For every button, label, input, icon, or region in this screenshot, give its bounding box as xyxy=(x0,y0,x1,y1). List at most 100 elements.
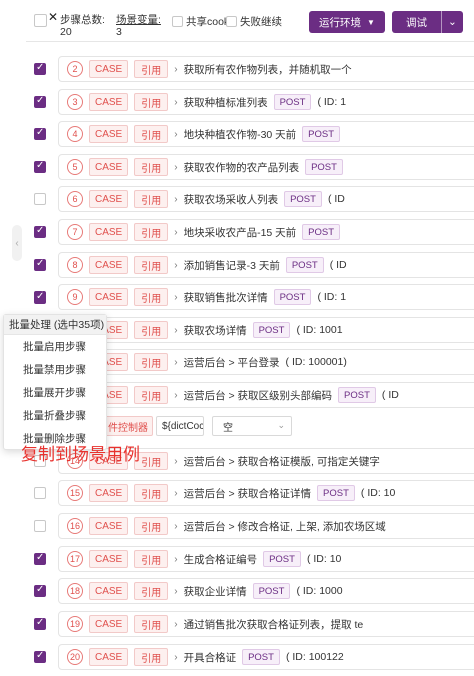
chevron-right-icon[interactable]: › xyxy=(174,162,177,173)
collapse-handle[interactable]: ‹ xyxy=(12,225,22,261)
case-tag: CASE xyxy=(89,256,129,274)
scenario-vars-link[interactable]: 场景变量: xyxy=(116,12,161,27)
row-checkbox[interactable] xyxy=(34,62,46,75)
chevron-right-icon[interactable]: › xyxy=(174,97,177,108)
reference-tag: 引用 xyxy=(134,256,169,274)
close-icon[interactable]: ✕ xyxy=(48,10,58,24)
case-tag: CASE xyxy=(89,125,129,143)
chevron-right-icon[interactable]: › xyxy=(174,390,177,401)
step-card[interactable]: 15 CASE 引用 › 运营后台 > 获取合格证详情 POST ( ID: 10 xyxy=(58,480,474,506)
step-card[interactable]: 12CASE引用›运营后台 > 获取区级别头部编码POST( ID xyxy=(58,382,474,408)
steps-total-value: 20 xyxy=(60,26,72,38)
step-row: 8 CASE 引用 › 添加销售记录-3 天前 POST ( ID xyxy=(26,249,474,282)
chevron-right-icon[interactable]: › xyxy=(174,488,177,499)
row-checkbox[interactable] xyxy=(34,127,46,140)
step-number: 20 xyxy=(67,649,83,665)
chevron-right-icon[interactable]: › xyxy=(174,260,177,271)
controller-tag[interactable]: 件控制器 xyxy=(103,416,153,436)
batch-disable-item[interactable]: 批量禁用步骤 xyxy=(4,358,106,381)
chevron-right-icon[interactable]: › xyxy=(174,521,177,532)
row-checkbox[interactable] xyxy=(34,520,46,532)
continue-on-fail-checkbox[interactable] xyxy=(226,15,237,27)
chevron-right-icon[interactable]: › xyxy=(174,194,177,205)
select-all-checkbox[interactable] xyxy=(34,14,47,27)
batch-expand-item[interactable]: 批量展开步骤 xyxy=(4,381,106,404)
reference-tag: 引用 xyxy=(134,321,169,339)
http-method-tag: POST xyxy=(273,94,312,110)
chevron-right-icon[interactable]: › xyxy=(174,64,177,75)
step-number: 16 xyxy=(67,518,83,534)
row-checkbox[interactable] xyxy=(34,95,46,108)
step-id: ( ID: 1 xyxy=(317,96,347,108)
step-id: ( ID xyxy=(327,193,345,205)
step-card[interactable]: 2 CASE 引用 › 获取所有农作物列表，并随机取一个 xyxy=(58,56,474,82)
chevron-right-icon[interactable]: › xyxy=(174,325,177,336)
chevron-right-icon[interactable]: › xyxy=(174,292,177,303)
step-title: 获取销售批次详情 xyxy=(183,291,268,304)
step-card[interactable]: 8 CASE 引用 › 添加销售记录-3 天前 POST ( ID xyxy=(58,252,474,278)
row-checkbox[interactable] xyxy=(34,193,46,205)
chevron-right-icon[interactable]: › xyxy=(174,619,177,630)
chevron-right-icon[interactable]: › xyxy=(174,586,177,597)
step-card[interactable]: 5 CASE 引用 › 获取农作物的农产品列表 POST xyxy=(58,154,474,180)
step-row: 9 CASE 引用 › 获取销售批次详情 POST ( ID: 1 xyxy=(26,281,474,314)
controller-condition-select[interactable]: 空 ⌄ xyxy=(212,416,292,436)
step-row: 19 CASE 引用 › 通过销售批次获取合格证列表，提取 te xyxy=(26,608,474,641)
chevron-right-icon[interactable]: › xyxy=(174,456,177,467)
step-card[interactable]: 4 CASE 引用 › 地块种植农作物-30 天前 POST xyxy=(58,121,474,147)
row-checkbox[interactable] xyxy=(34,552,46,565)
row-checkbox[interactable] xyxy=(34,650,46,663)
chevron-right-icon[interactable]: › xyxy=(174,129,177,140)
step-id: ( ID: 100122 xyxy=(285,651,344,663)
step-card[interactable]: 19 CASE 引用 › 通过销售批次获取合格证列表，提取 te xyxy=(58,611,474,637)
share-cookie-checkbox[interactable] xyxy=(172,15,183,27)
reference-tag: 引用 xyxy=(134,353,169,371)
step-title: 运营后台 > 获取合格证模版, 可指定关键字 xyxy=(183,455,380,468)
row-checkbox[interactable] xyxy=(34,487,46,499)
step-card[interactable]: 20 CASE 引用 › 开具合格证 POST ( ID: 100122 xyxy=(58,644,474,670)
controller-variable-input[interactable]: ${dictCoc xyxy=(156,416,204,436)
step-card[interactable]: 11CASE引用›运营后台 > 平台登录( ID: 100001) xyxy=(58,349,474,375)
step-card[interactable]: 7 CASE 引用 › 地块采收农产品-15 天前 POST xyxy=(58,219,474,245)
row-checkbox[interactable] xyxy=(34,258,46,271)
continue-on-fail-option[interactable]: 失败继续 xyxy=(226,15,282,28)
share-cookie-option[interactable]: 共享cook xyxy=(172,15,229,28)
reference-tag: 引用 xyxy=(134,386,169,404)
step-number: 2 xyxy=(67,61,83,77)
step-title: 获取农场采收人列表 xyxy=(183,193,279,206)
row-checkbox[interactable] xyxy=(34,160,46,173)
debug-button[interactable]: 调试 ⌄ xyxy=(392,11,463,33)
batch-enable-item[interactable]: 批量启用步骤 xyxy=(4,335,106,358)
step-number: 7 xyxy=(67,224,83,240)
case-tag: CASE xyxy=(89,60,129,78)
chevron-left-icon: ‹ xyxy=(15,237,19,249)
row-checkbox[interactable] xyxy=(34,291,46,304)
step-card[interactable]: 9 CASE 引用 › 获取销售批次详情 POST ( ID: 1 xyxy=(58,284,474,310)
chevron-right-icon[interactable]: › xyxy=(174,652,177,663)
batch-menu-header: 批量处理 (选中35项) xyxy=(4,315,106,335)
batch-context-menu: 批量处理 (选中35项) 批量启用步骤 批量禁用步骤 批量展开步骤 批量折叠步骤… xyxy=(3,314,107,450)
step-row: 20 CASE 引用 › 开具合格证 POST ( ID: 100122 xyxy=(26,641,474,674)
reference-tag: 引用 xyxy=(134,158,169,176)
step-card[interactable]: 16 CASE 引用 › 运营后台 > 修改合格证, 上架, 添加农场区域 xyxy=(58,513,474,539)
step-card[interactable]: 18 CASE 引用 › 获取企业详情 POST ( ID: 1000 xyxy=(58,578,474,604)
step-card[interactable]: 3 CASE 引用 › 获取种植标准列表 POST ( ID: 1 xyxy=(58,89,474,115)
chevron-right-icon[interactable]: › xyxy=(174,357,177,368)
row-checkbox[interactable] xyxy=(34,584,46,597)
reference-tag: 引用 xyxy=(134,582,169,600)
step-card[interactable]: 6 CASE 引用 › 获取农场采收人列表 POST ( ID xyxy=(58,186,474,212)
step-card[interactable]: 10CASE引用›获取农场详情POST( ID: 1001 xyxy=(58,317,474,343)
step-row: 15 CASE 引用 › 运营后台 > 获取合格证详情 POST ( ID: 10 xyxy=(26,477,474,510)
row-checkbox[interactable] xyxy=(34,225,46,238)
env-button[interactable]: 运行环境 ▼ xyxy=(309,11,385,33)
debug-button-label[interactable]: 调试 xyxy=(392,11,442,33)
http-method-tag: POST xyxy=(252,322,291,338)
http-method-tag: POST xyxy=(273,289,312,305)
chevron-right-icon[interactable]: › xyxy=(174,554,177,565)
row-checkbox[interactable] xyxy=(34,617,46,630)
batch-collapse-item[interactable]: 批量折叠步骤 xyxy=(4,404,106,427)
chevron-right-icon[interactable]: › xyxy=(174,227,177,238)
step-card[interactable]: 17 CASE 引用 › 生成合格证编号 POST ( ID: 10 xyxy=(58,546,474,572)
chevron-down-icon[interactable]: ⌄ xyxy=(442,16,463,28)
step-number: 8 xyxy=(67,257,83,273)
